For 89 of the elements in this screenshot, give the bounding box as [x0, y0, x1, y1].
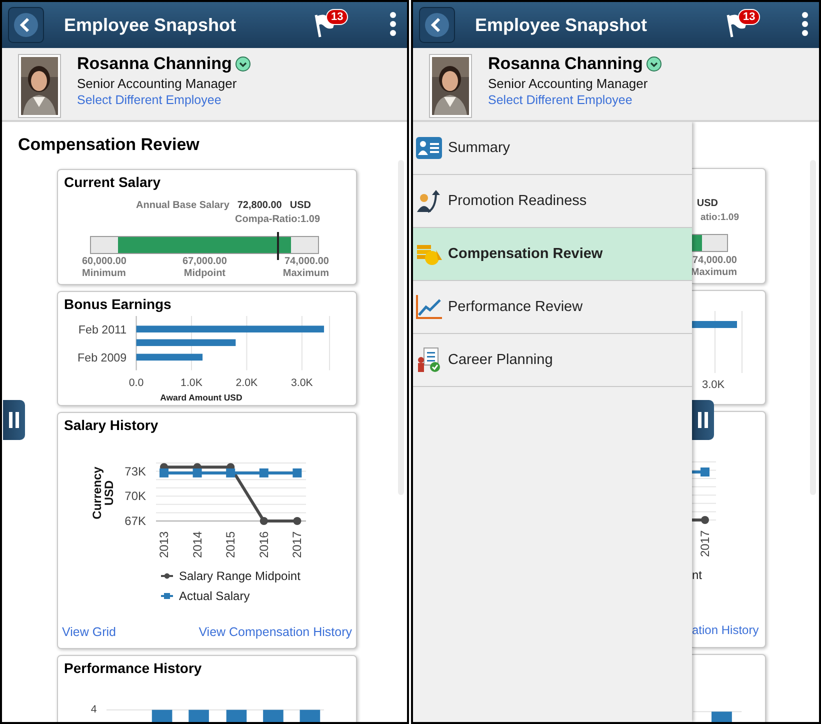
compensation-history-link[interactable]: ation History [692, 624, 759, 636]
point [226, 468, 236, 478]
menu-item[interactable]: Career Planning [413, 334, 692, 387]
tick-label: 67K [124, 514, 146, 528]
legend-icon [161, 572, 173, 580]
select-employee-link[interactable]: Select Different Employee [488, 93, 662, 107]
tick-label: 0.0 [128, 376, 144, 389]
dropdown-icon[interactable] [646, 56, 662, 72]
legend-label: Actual Salary [179, 589, 250, 603]
checklist-person-icon [416, 347, 442, 373]
pause-icon [9, 412, 19, 428]
legend-icon [161, 592, 173, 600]
legend-label: nt [692, 569, 702, 581]
card-title: Performance History [63, 659, 203, 676]
salary-line [692, 468, 710, 476]
tick-label: 2017 [698, 530, 712, 557]
job-title: Senior Accounting Manager [488, 76, 649, 91]
tick-label: 2015 [224, 531, 238, 558]
tick-label: 3.0K [702, 379, 725, 391]
card-title: Current Salary [63, 173, 162, 190]
scale-value: 60,000.00 [82, 256, 126, 268]
axis-label: Feb 2009 [78, 351, 127, 364]
point [160, 468, 168, 478]
back-button[interactable] [8, 7, 44, 43]
chart-icon [416, 295, 442, 319]
tick-label: 1.0K [180, 376, 202, 389]
menu-item[interactable]: Summary [413, 122, 692, 175]
panel-toggle-button[interactable] [3, 400, 25, 440]
bar [712, 712, 732, 722]
coins-icon [416, 242, 442, 266]
back-button[interactable] [419, 7, 455, 43]
point [259, 468, 268, 478]
axis-title: Currency USD [90, 466, 116, 520]
card-title: Salary History [63, 416, 160, 433]
compa-ratio: atio:1.09 [700, 212, 739, 224]
pause-icon [698, 412, 708, 428]
currency-label: USD [290, 200, 311, 211]
dropdown-icon[interactable] [234, 56, 251, 72]
axis-title: Award Amount USD [160, 392, 242, 402]
scale-value: 74,000.00 [284, 256, 329, 268]
tick-label: 3.0K [291, 376, 313, 389]
compensation-history-link[interactable]: View Compensation History [198, 625, 352, 639]
point [292, 468, 302, 478]
scale-label: Midpoint [184, 268, 226, 280]
salary-value: 72,800.00 [237, 200, 282, 211]
section-title: Compensation Review [17, 134, 200, 156]
salary-label: Annual Base Salary [136, 200, 230, 211]
notifications-button[interactable]: 13 [725, 8, 765, 42]
tick-label: 2.0K [236, 376, 258, 389]
notifications-button[interactable]: 13 [313, 8, 353, 42]
page-title: Employee Snapshot [475, 14, 648, 36]
point [192, 468, 202, 478]
page-title: Employee Snapshot [64, 14, 238, 36]
view-grid-link[interactable]: View Grid [62, 625, 116, 639]
panel-toggle-button[interactable] [692, 400, 714, 440]
point [293, 516, 302, 526]
currency-label: USD [696, 198, 718, 210]
scale-label: Minimum [82, 268, 126, 280]
scale-value: 67,000.00 [182, 256, 227, 268]
bar [692, 321, 737, 328]
midpoint-line [692, 516, 709, 524]
compa-ratio: Compa-Ratio:1.09 [234, 214, 320, 225]
notification-badge: 13 [326, 9, 348, 25]
tick-label: 4 [90, 704, 97, 716]
employee-name: Rosanna Channing [488, 54, 643, 74]
tick-label: 70K [124, 489, 146, 504]
tick-label: 2016 [256, 531, 271, 558]
tick-label: 2014 [190, 531, 204, 558]
employee-name: Rosanna Channing [77, 54, 232, 74]
back-icon [13, 12, 39, 38]
job-title: Senior Accounting Manager [77, 76, 238, 91]
tick-label: 2017 [290, 531, 304, 558]
select-employee-link[interactable]: Select Different Employee [77, 93, 251, 107]
contact-card-icon [416, 137, 442, 159]
salary-range-band [692, 235, 702, 251]
back-icon [424, 12, 450, 38]
tick-label: 2013 [157, 531, 171, 558]
person-arrow-icon [416, 188, 442, 214]
scale-label: Maximum [282, 268, 329, 280]
bar [136, 354, 203, 360]
menu-item[interactable]: Compensation Review [413, 228, 692, 281]
tick-label: 73K [124, 464, 146, 478]
menu-item[interactable]: Performance Review [413, 281, 692, 334]
legend-label: Salary Range Midpoint [179, 569, 300, 583]
point [260, 516, 268, 526]
card-title: Bonus Earnings [63, 295, 172, 312]
notification-badge: 13 [738, 9, 760, 25]
axis-label: Feb 2011 [78, 323, 127, 336]
scale-value: 74,000.00 [692, 255, 737, 267]
